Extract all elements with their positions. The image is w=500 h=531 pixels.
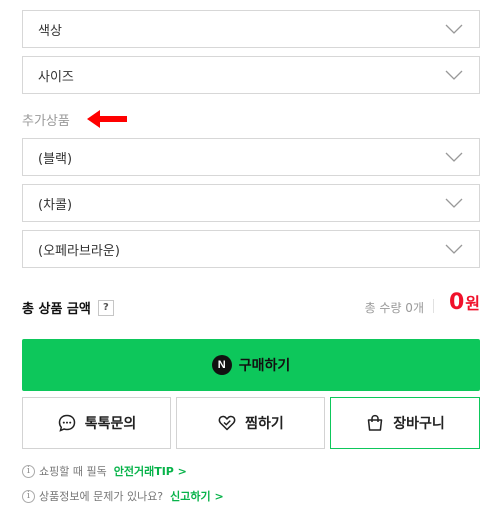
left-arrow-icon [87, 110, 127, 128]
buy-button-label: 구매하기 [238, 357, 291, 373]
total-price-label: 총 상품 금액 ? [22, 298, 114, 317]
safe-trade-tip-link[interactable]: 안전거래TIP > [114, 463, 187, 479]
talktalk-label: 톡톡문의 [84, 416, 137, 432]
notice-text: 상품정보에 문제가 있나요? [39, 490, 164, 503]
chevron-down-icon [445, 198, 463, 208]
talktalk-inquiry-button[interactable]: 톡톡문의 [22, 397, 171, 449]
total-price-text: 총 상품 금액 [22, 302, 91, 317]
total-price: 0 원 [449, 290, 480, 315]
buy-button[interactable]: N 구매하기 [22, 339, 480, 391]
safety-notice: i 쇼핑할 때 필독 안전거래TIP > [22, 463, 187, 479]
price-unit: 원 [465, 294, 480, 313]
naver-n-icon: N [211, 355, 232, 375]
total-quantity: 총 수량 0개 [364, 301, 424, 315]
info-icon: i [22, 489, 35, 503]
zzim-button[interactable]: 찜하기 [176, 397, 325, 449]
additional-option-opera-brown[interactable]: (오페라브라운) [22, 230, 480, 268]
shopping-bag-icon [367, 414, 383, 431]
cart-label: 장바구니 [393, 416, 445, 432]
cart-button[interactable]: 장바구니 [330, 397, 480, 449]
notice-text: 쇼핑할 때 필독 [39, 465, 107, 478]
help-button[interactable]: ? [97, 299, 114, 316]
color-select-label: 색상 [38, 23, 62, 39]
chevron-down-icon [445, 152, 463, 162]
divider [433, 299, 434, 313]
option-label: (블랙) [38, 151, 73, 167]
option-label: (오페라브라운) [38, 243, 120, 259]
report-notice: i 상품정보에 문제가 있나요? 신고하기 > [22, 488, 224, 504]
heart-icon [218, 415, 236, 431]
additional-products-label: 추가상품 [22, 114, 70, 129]
zzim-label: 찜하기 [245, 416, 284, 432]
size-select-label: 사이즈 [38, 69, 74, 85]
chevron-down-icon [445, 70, 463, 80]
additional-option-charcoal[interactable]: (차콜) [22, 184, 480, 222]
chevron-down-icon [445, 244, 463, 254]
option-label: (차콜) [38, 197, 73, 213]
info-icon: i [22, 464, 35, 478]
additional-option-black[interactable]: (블랙) [22, 138, 480, 176]
price-value: 0 [448, 290, 465, 315]
chat-bubble-icon [58, 414, 75, 432]
color-select[interactable]: 색상 [22, 10, 480, 48]
size-select[interactable]: 사이즈 [22, 56, 480, 94]
chevron-down-icon [445, 24, 463, 34]
report-link[interactable]: 신고하기 > [170, 488, 224, 504]
